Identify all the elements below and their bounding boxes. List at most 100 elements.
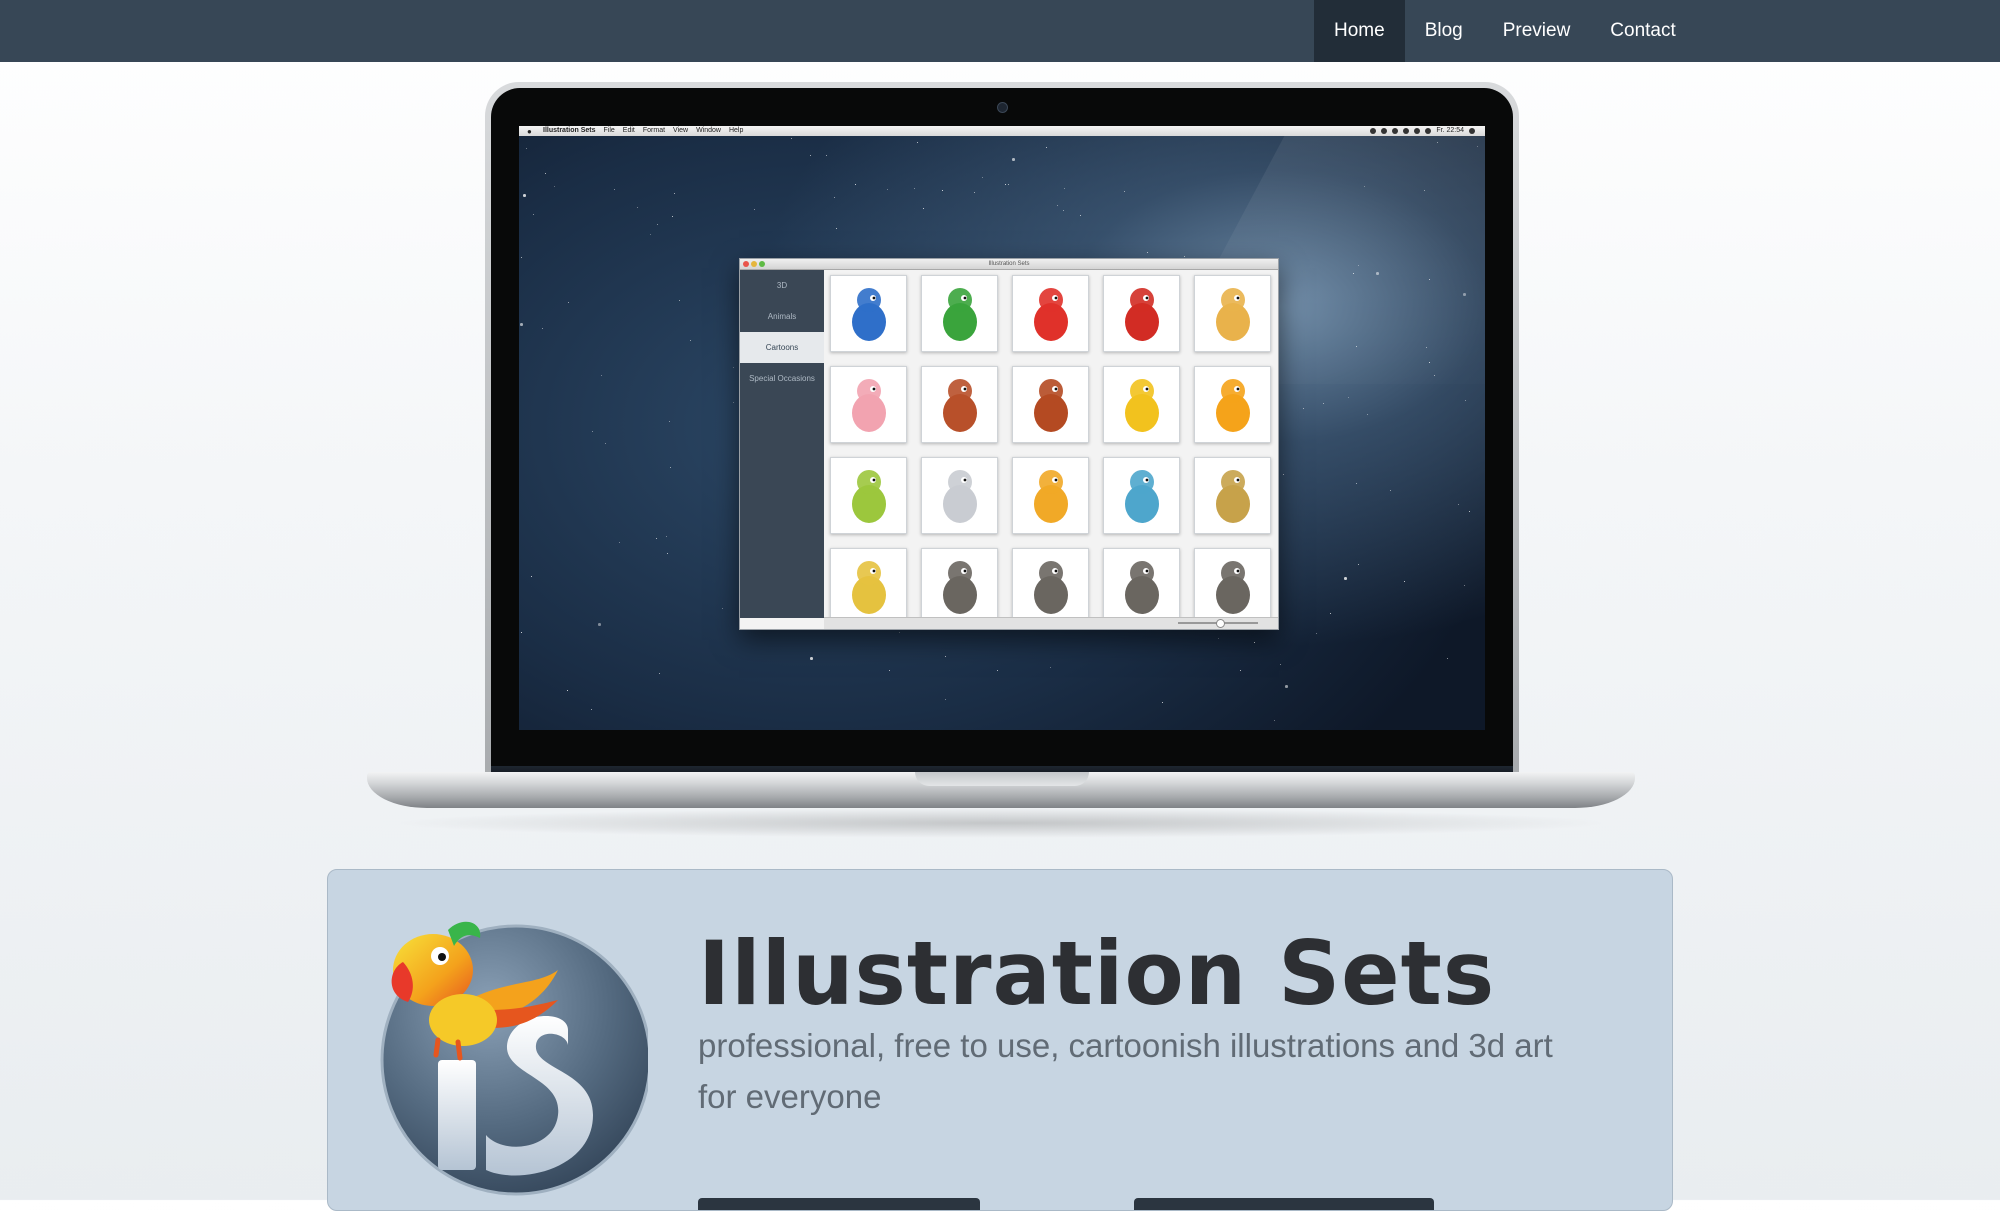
thumbnail-item[interactable] bbox=[921, 366, 998, 443]
zoom-slider[interactable] bbox=[1178, 619, 1258, 628]
thumbnail-item[interactable] bbox=[1194, 548, 1271, 625]
thumbnail-item[interactable] bbox=[921, 548, 998, 625]
nav-item-contact[interactable]: Contact bbox=[1590, 0, 1695, 62]
lobster-icon bbox=[1034, 288, 1068, 341]
thumbnail-item[interactable] bbox=[921, 457, 998, 534]
sidebar-item-cartoons[interactable]: Cartoons bbox=[740, 332, 824, 363]
laptop-shadow bbox=[387, 808, 1615, 838]
star bbox=[591, 709, 592, 710]
nav-item-preview[interactable]: Preview bbox=[1483, 0, 1591, 62]
star bbox=[1348, 397, 1349, 398]
app-sidebar: 3D Animals Cartoons Special Occasions bbox=[740, 270, 824, 618]
bird-icon bbox=[1125, 379, 1159, 432]
mac-menu-item[interactable]: Edit bbox=[623, 126, 635, 136]
tray-icon bbox=[1381, 128, 1388, 134]
parrot-logo-icon bbox=[380, 921, 648, 1196]
star bbox=[1358, 564, 1359, 565]
star bbox=[810, 155, 811, 156]
mac-menubar: ● Illustration Sets File Edit Format View Win… bbox=[519, 126, 1485, 136]
star bbox=[542, 328, 543, 329]
thumbnail-item[interactable] bbox=[1012, 366, 1089, 443]
thumbnail-item[interactable] bbox=[830, 548, 907, 625]
star bbox=[650, 234, 651, 235]
thumbnail-item[interactable] bbox=[921, 275, 998, 352]
thumbnail-item[interactable] bbox=[1103, 366, 1180, 443]
star bbox=[656, 538, 657, 539]
mac-menu-item[interactable]: File bbox=[604, 126, 615, 136]
nav-item-home[interactable]: Home bbox=[1314, 0, 1405, 62]
parrot-icon bbox=[852, 288, 886, 341]
mac-menu-item[interactable]: Window bbox=[696, 126, 721, 136]
mac-menu-item[interactable]: View bbox=[673, 126, 688, 136]
thumbnail-item[interactable] bbox=[830, 457, 907, 534]
star bbox=[598, 623, 601, 626]
star bbox=[899, 632, 900, 633]
star bbox=[545, 173, 546, 174]
star bbox=[619, 542, 620, 543]
star bbox=[1218, 638, 1219, 639]
star bbox=[1064, 188, 1065, 189]
girl-icon bbox=[1216, 470, 1250, 523]
rat-icon bbox=[1125, 561, 1159, 614]
thumbnail-item[interactable] bbox=[1194, 457, 1271, 534]
star bbox=[667, 553, 668, 554]
thumbnail-item[interactable] bbox=[1012, 275, 1089, 352]
nav-item-blog[interactable]: Blog bbox=[1405, 0, 1483, 62]
star bbox=[1330, 613, 1331, 614]
star bbox=[592, 431, 593, 432]
star bbox=[1465, 400, 1466, 401]
star bbox=[1426, 347, 1427, 348]
mac-menu-item[interactable]: Illustration Sets bbox=[543, 126, 596, 136]
tray-icon bbox=[1392, 128, 1399, 134]
star bbox=[1424, 190, 1425, 191]
elephant-icon bbox=[943, 470, 977, 523]
star bbox=[1376, 272, 1379, 275]
laptop-mockup: ● Illustration Sets File Edit Format View Win… bbox=[367, 80, 1635, 850]
thumbnail-item[interactable] bbox=[830, 275, 907, 352]
star bbox=[1404, 581, 1405, 582]
star bbox=[1463, 293, 1466, 296]
star bbox=[1005, 184, 1006, 185]
star bbox=[836, 228, 837, 229]
camera-icon bbox=[997, 102, 1008, 113]
thumbnail-item[interactable] bbox=[1012, 457, 1089, 534]
turtle-icon bbox=[852, 470, 886, 523]
star bbox=[1434, 375, 1435, 376]
thumbnail-grid bbox=[830, 275, 1271, 625]
thumbnail-item[interactable] bbox=[1103, 275, 1180, 352]
thumbnail-item[interactable] bbox=[1194, 366, 1271, 443]
star bbox=[614, 189, 615, 190]
tray-icon bbox=[1370, 128, 1377, 134]
mac-menu-item[interactable]: Help bbox=[729, 126, 743, 136]
thumbnail-item[interactable] bbox=[830, 366, 907, 443]
thumbnail-item[interactable] bbox=[1103, 548, 1180, 625]
hero-title: Illustration Sets bbox=[698, 922, 1496, 1025]
star bbox=[754, 209, 755, 210]
star bbox=[791, 138, 792, 139]
menubar-clock: Fr. 22:54 bbox=[1436, 127, 1464, 134]
star bbox=[1469, 511, 1470, 512]
sidebar-item-animals[interactable]: Animals bbox=[740, 301, 824, 332]
ant-guitar-icon bbox=[943, 379, 977, 432]
thumbnail-item[interactable] bbox=[1103, 457, 1180, 534]
star bbox=[690, 340, 691, 341]
star bbox=[1057, 205, 1058, 206]
ladybug-icon bbox=[1125, 288, 1159, 341]
star bbox=[674, 193, 675, 194]
thumbnail-item[interactable] bbox=[1194, 275, 1271, 352]
star bbox=[669, 421, 670, 422]
star bbox=[605, 443, 606, 444]
zoom-slider-knob[interactable] bbox=[1216, 619, 1225, 628]
sidebar-item-special-occasions[interactable]: Special Occasions bbox=[740, 363, 824, 394]
menubar-tray: Fr. 22:54 bbox=[1370, 126, 1475, 136]
star bbox=[568, 302, 569, 303]
thumbnail-item[interactable] bbox=[1012, 548, 1089, 625]
nav-menu: Home Blog Preview Contact bbox=[1314, 0, 1696, 62]
star bbox=[1429, 279, 1430, 280]
mac-menu-item[interactable]: Format bbox=[643, 126, 665, 136]
top-navbar: Home Blog Preview Contact bbox=[0, 0, 2000, 62]
pig-icon bbox=[852, 379, 886, 432]
sidebar-item-3d[interactable]: 3D bbox=[740, 270, 824, 301]
star bbox=[1283, 474, 1284, 475]
star bbox=[1240, 670, 1241, 671]
